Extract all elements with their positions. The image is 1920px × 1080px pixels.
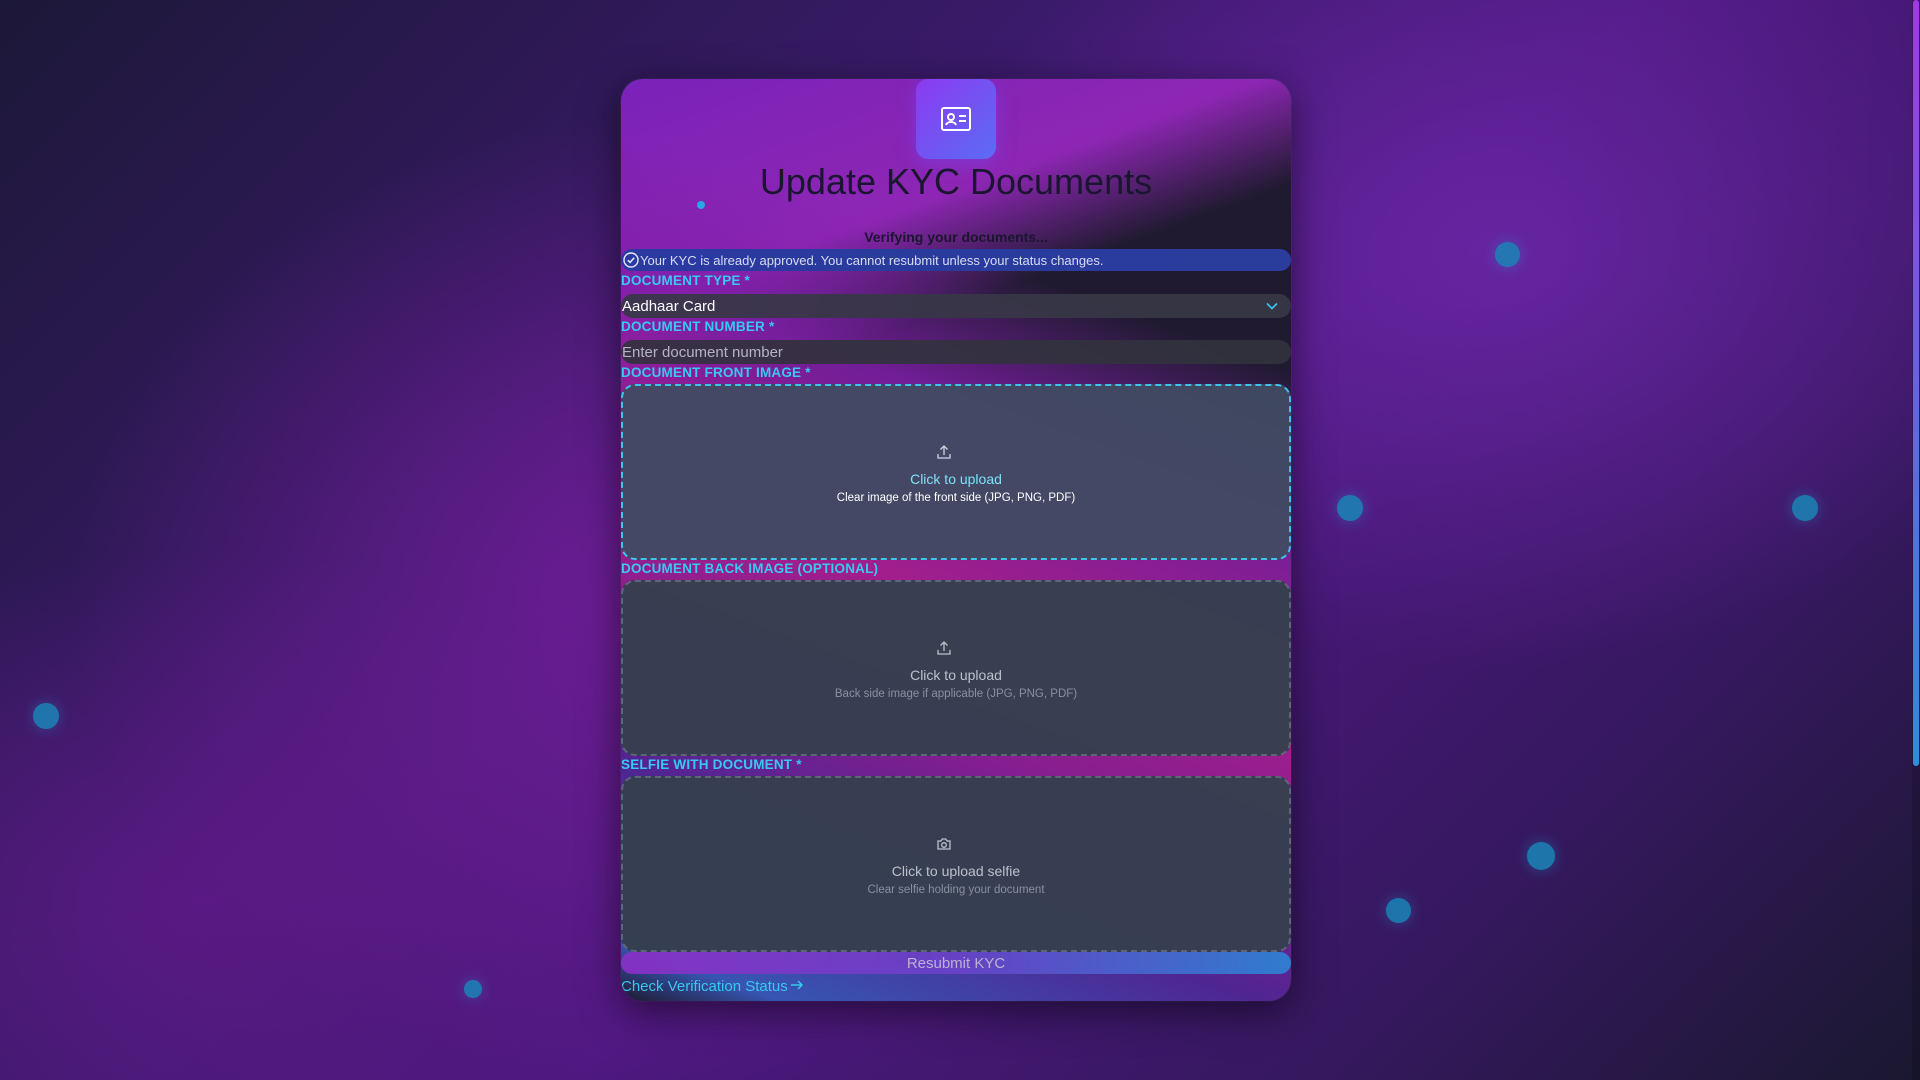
- check-circle-icon: [623, 252, 639, 268]
- back-image-upload[interactable]: Click to upload Back side image if appli…: [621, 580, 1291, 756]
- document-number-label: DOCUMENT NUMBER *: [621, 319, 775, 334]
- selfie-upload-text: Click to upload selfie: [891, 862, 1021, 879]
- page-title: Update KYC Documents: [759, 161, 1153, 202]
- arrow-right-icon: [790, 978, 804, 995]
- selfie-label: SELFIE WITH DOCUMENT *: [621, 757, 802, 772]
- background-bubble: [1386, 898, 1411, 923]
- upload-icon: [936, 441, 952, 463]
- background-bubble: [1792, 495, 1818, 521]
- back-upload-text: Click to upload: [910, 666, 1002, 683]
- chevron-down-icon: [1266, 302, 1278, 310]
- background-bubble: [1527, 842, 1555, 870]
- upload-icon: [936, 637, 952, 659]
- document-number-input[interactable]: [621, 340, 1291, 364]
- back-image-label: DOCUMENT BACK IMAGE (OPTIONAL): [621, 561, 879, 576]
- scrollbar-thumb[interactable]: [1913, 0, 1919, 766]
- background-bubble: [1337, 495, 1363, 521]
- status-text: Verifying your documents...: [864, 229, 1048, 245]
- document-type-label: DOCUMENT TYPE *: [621, 273, 751, 288]
- document-type-value: Aadhaar Card: [622, 297, 716, 315]
- background-bubble: [1495, 242, 1520, 267]
- front-image-label: DOCUMENT FRONT IMAGE *: [621, 365, 811, 380]
- banner-message: Your KYC is already approved. You cannot…: [640, 252, 1104, 268]
- front-image-upload[interactable]: Click to upload Clear image of the front…: [621, 384, 1291, 560]
- back-upload-hint: Back side image if applicable (JPG, PNG,…: [834, 687, 1078, 700]
- selfie-upload-hint: Clear selfie holding your document: [867, 883, 1045, 896]
- document-type-select[interactable]: Aadhaar Card: [621, 294, 1291, 318]
- selfie-upload[interactable]: Click to upload selfie Clear selfie hold…: [621, 776, 1291, 952]
- resubmit-kyc-button[interactable]: Resubmit KYC: [621, 952, 1291, 974]
- background-bubble: [33, 703, 59, 729]
- front-upload-hint: Clear image of the front side (JPG, PNG,…: [836, 491, 1076, 504]
- camera-icon: [936, 833, 952, 855]
- page-scrollbar[interactable]: [1912, 0, 1920, 1080]
- background-bubble: [464, 980, 482, 998]
- check-status-link[interactable]: Check Verification Status: [621, 978, 804, 995]
- approval-banner: Your KYC is already approved. You cannot…: [621, 249, 1291, 271]
- id-card-icon: [916, 79, 996, 159]
- front-upload-text: Click to upload: [910, 470, 1002, 487]
- kyc-card: Update KYC Documents Verifying your docu…: [621, 79, 1291, 1001]
- check-status-link-text: Check Verification Status: [621, 978, 788, 995]
